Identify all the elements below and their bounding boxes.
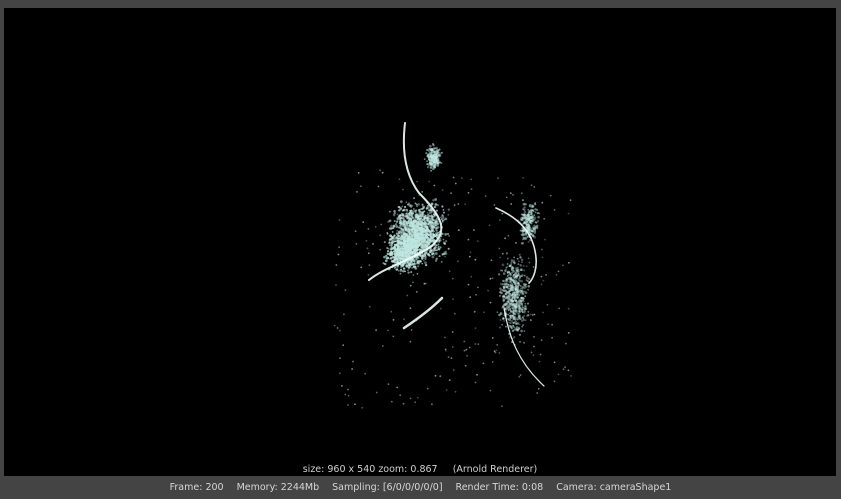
renderer-label: (Arnold Renderer) (452, 464, 538, 475)
status-bar: Frame: 200 Memory: 2244Mb Sampling: [6/0… (0, 476, 841, 499)
camera-status: Camera: cameraShape1 (556, 482, 672, 493)
render-view[interactable]: size: 960 x 540 zoom: 0.867 (Arnold Rend… (4, 8, 836, 476)
sampling-status: Sampling: [6/0/0/0/0/0] (332, 482, 443, 493)
frame-status: Frame: 200 (169, 482, 224, 493)
size-zoom-text: size: 960 x 540 zoom: 0.867 (302, 464, 438, 475)
render-size-info: size: 960 x 540 zoom: 0.867 (Arnold Rend… (4, 464, 836, 475)
memory-status: Memory: 2244Mb (236, 482, 320, 493)
particle-render (333, 122, 572, 409)
render-time-status: Render Time: 0:08 (455, 482, 544, 493)
